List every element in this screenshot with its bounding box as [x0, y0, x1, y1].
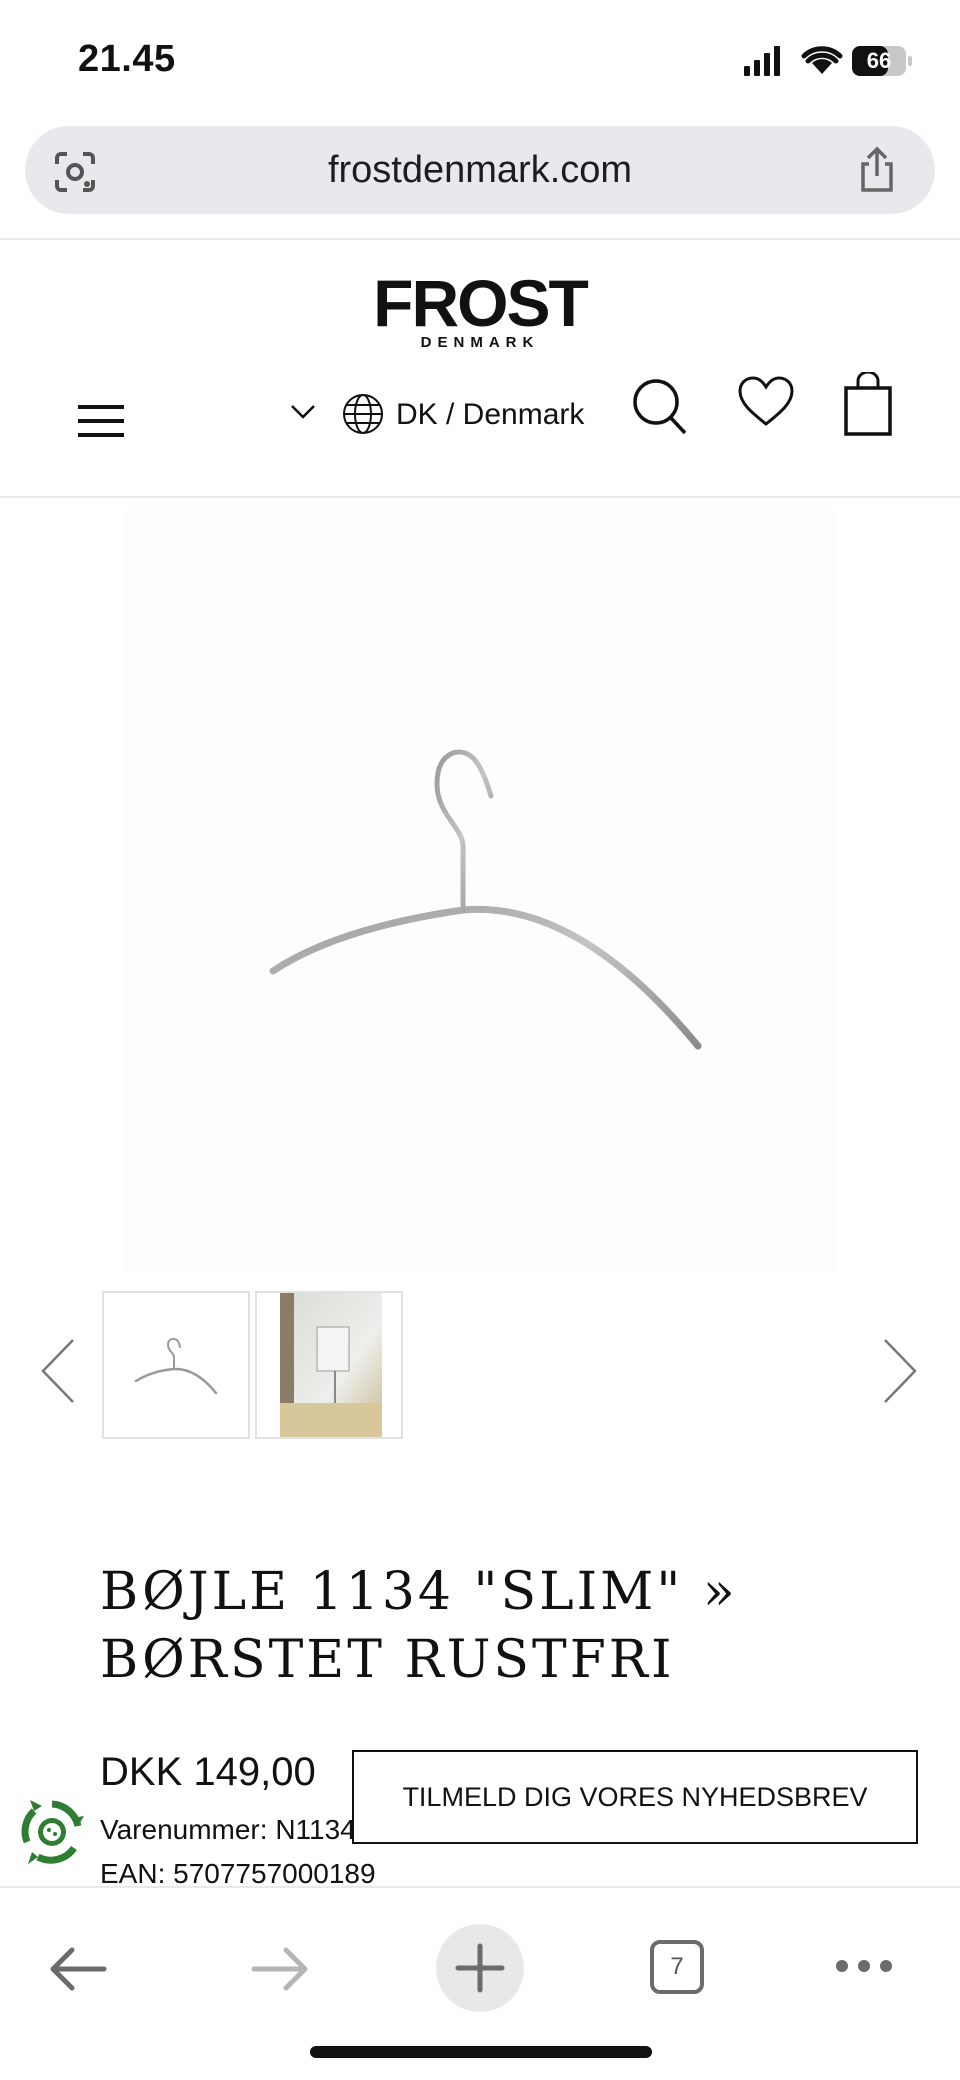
- divider: [0, 238, 960, 240]
- status-icons: 66: [740, 42, 920, 78]
- tabs-button[interactable]: 7: [650, 1940, 704, 1994]
- thumbnail-room[interactable]: [255, 1291, 403, 1439]
- plus-icon: [455, 1943, 505, 1993]
- bag-icon[interactable]: [843, 372, 893, 436]
- more-icon[interactable]: [834, 1958, 894, 1974]
- url-text[interactable]: frostdenmark.com: [25, 126, 935, 214]
- newsletter-signup-button[interactable]: TILMELD DIG VORES NYHEDSBREV: [352, 1750, 918, 1844]
- chevron-right-icon[interactable]: [880, 1336, 920, 1406]
- recycle-icon[interactable]: [16, 1796, 88, 1868]
- product-image[interactable]: [123, 508, 835, 1272]
- globe-icon: [343, 394, 383, 434]
- menu-icon[interactable]: [78, 403, 124, 439]
- product-sku: Varenummer: N1134: [100, 1814, 356, 1845]
- battery-level: 66: [866, 48, 892, 73]
- thumbnail-room-image: [280, 1293, 382, 1437]
- browser-toolbar: 7: [0, 1886, 960, 2080]
- divider: [0, 496, 960, 498]
- share-icon[interactable]: [855, 146, 899, 194]
- heart-icon[interactable]: [737, 376, 795, 428]
- lens-icon[interactable]: [53, 150, 97, 194]
- logo-main[interactable]: FROST: [0, 268, 960, 338]
- search-icon[interactable]: [632, 378, 688, 436]
- thumbnail-hanger-image: [134, 1337, 218, 1395]
- url-bar[interactable]: frostdenmark.com: [25, 126, 935, 214]
- new-tab-button[interactable]: [436, 1924, 524, 2012]
- arrow-left-icon[interactable]: [48, 1944, 108, 1994]
- hanger-image: [269, 749, 702, 1050]
- status-time: 21.45: [78, 38, 176, 80]
- country-label: DK / Denmark: [396, 398, 585, 431]
- chevron-down-icon: [291, 405, 315, 419]
- product-price: DKK 149,00: [100, 1750, 316, 1794]
- chevron-left-icon[interactable]: [38, 1336, 78, 1406]
- product-title: BØJLE 1134 "SLIM" » BØRSTET RUSTFRI: [100, 1562, 738, 1690]
- logo-sub: DENMARK: [420, 334, 540, 351]
- arrow-right-icon[interactable]: [250, 1944, 310, 1994]
- home-indicator: [310, 2046, 652, 2058]
- thumbnail-hanger[interactable]: [102, 1291, 250, 1439]
- country-selector[interactable]: DK / Denmark: [290, 390, 590, 440]
